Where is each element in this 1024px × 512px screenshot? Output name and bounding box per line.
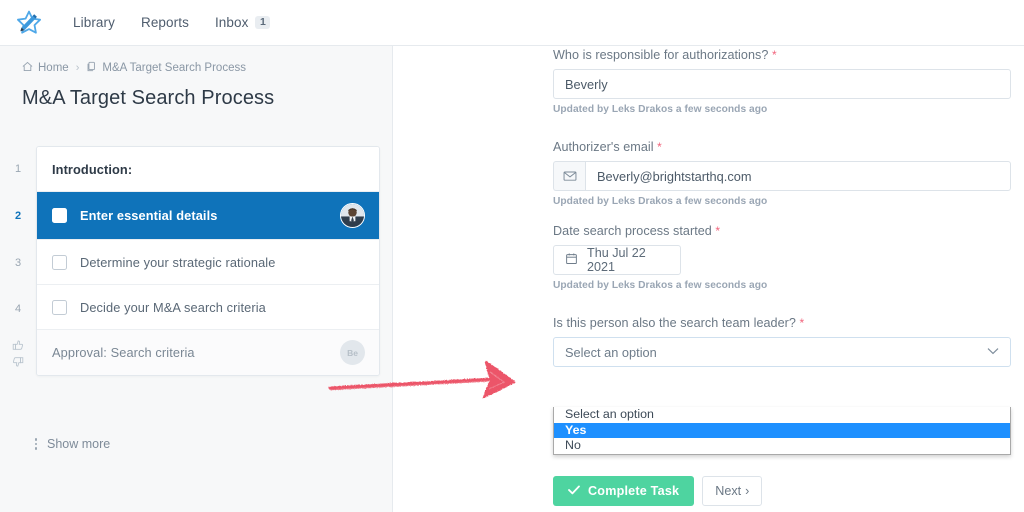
- date-value: Thu Jul 22 2021: [587, 246, 646, 274]
- chevron-down-icon: [987, 347, 999, 358]
- field-search-team-leader: Is this person also the search team lead…: [553, 316, 1011, 367]
- complete-task-label: Complete Task: [588, 484, 680, 498]
- email-input-group: Beverly@brightstarthq.com: [553, 161, 1011, 191]
- dropdown-option-0[interactable]: Select an option: [554, 407, 1010, 423]
- process-star-logo-icon[interactable]: [14, 8, 44, 38]
- complete-task-button[interactable]: Complete Task: [553, 476, 695, 506]
- breadcrumb-separator: ›: [75, 62, 80, 74]
- field-label-text-1: Authorizer's email: [553, 140, 654, 154]
- task-number-3: 3: [14, 257, 22, 269]
- thumbs-up-icon[interactable]: [12, 339, 24, 354]
- show-more-button[interactable]: Show more: [34, 437, 110, 451]
- thumbs-down-icon[interactable]: [12, 356, 24, 371]
- task-label-4: Decide your M&A search criteria: [80, 299, 266, 315]
- date-picker-input[interactable]: Thu Jul 22 2021: [553, 245, 681, 275]
- responsible-name-input[interactable]: Beverly: [553, 69, 1011, 99]
- required-marker-2: *: [715, 224, 721, 238]
- nav-item-inbox[interactable]: Inbox 1: [202, 0, 283, 46]
- task-checkbox-4[interactable]: [52, 299, 67, 315]
- nav-item-library[interactable]: Library: [60, 0, 128, 46]
- field-label-email: Authorizer's email *: [553, 140, 1011, 154]
- required-marker-3: *: [799, 316, 805, 330]
- document-icon: [86, 61, 97, 75]
- envelope-icon: [553, 161, 585, 191]
- task-row-introduction[interactable]: Introduction:: [37, 147, 379, 192]
- task-row-determine-strategic-rationale[interactable]: Determine your strategic rationale: [37, 240, 379, 285]
- field-label-text-3: Is this person also the search team lead…: [553, 316, 796, 330]
- task-number-2: 2: [14, 210, 22, 222]
- user-photo-icon: [341, 204, 364, 227]
- task-checkbox-2[interactable]: [52, 208, 67, 223]
- kebab-menu-icon: [34, 438, 38, 450]
- breadcrumb-current-label: M&A Target Search Process: [102, 62, 246, 74]
- nav-item-inbox-label: Inbox: [214, 14, 249, 30]
- dropdown-option-2[interactable]: No: [554, 438, 1010, 454]
- task-number-4: 4: [14, 303, 22, 315]
- field-date-search-started: Date search process started * Thu Jul 22…: [553, 224, 1011, 291]
- show-more-label: Show more: [47, 437, 111, 451]
- task-label-approval: Approval: Search criteria: [52, 345, 195, 360]
- home-icon: [22, 61, 33, 75]
- task-label-2: Enter essential details: [80, 208, 218, 223]
- breadcrumb-home-label: Home: [38, 62, 69, 74]
- task-row-enter-essential-details[interactable]: Enter essential details: [37, 192, 379, 240]
- approval-vote-icons[interactable]: [0, 332, 36, 378]
- approver-avatar[interactable]: Be: [340, 340, 365, 365]
- task-label-introduction: Introduction:: [52, 161, 133, 177]
- required-marker-0: *: [771, 48, 777, 62]
- task-row-approval-search-criteria[interactable]: Approval: Search criteria Be: [37, 330, 379, 375]
- nav-item-reports[interactable]: Reports: [128, 0, 202, 46]
- team-leader-select[interactable]: Select an option: [553, 337, 1011, 367]
- field-label-date: Date search process started *: [553, 224, 1011, 238]
- task-gutter: 1 2 3 4: [0, 146, 36, 378]
- calendar-icon: [565, 252, 578, 268]
- authorizer-email-input[interactable]: Beverly@brightstarthq.com: [585, 161, 1011, 191]
- breadcrumb: Home › M&A Target Search Process: [0, 46, 392, 75]
- app-window: Library Reports Inbox 1 Home › M&A Targe…: [0, 0, 1024, 512]
- field-label-responsible: Who is responsible for authorizations? *: [553, 48, 1011, 62]
- top-navigation-bar: Library Reports Inbox 1: [0, 0, 1024, 46]
- field-label-text-0: Who is responsible for authorizations?: [553, 48, 769, 62]
- field-helper-0: Updated by Leks Drakos a few seconds ago: [553, 104, 768, 115]
- task-label-3: Determine your strategic rationale: [80, 254, 276, 270]
- next-label: Next: [715, 484, 742, 498]
- team-leader-select-value: Select an option: [565, 344, 657, 360]
- task-row-decide-search-criteria[interactable]: Decide your M&A search criteria: [37, 285, 379, 330]
- inbox-count-badge: 1: [255, 15, 271, 30]
- field-responsible-for-authorizations: Who is responsible for authorizations? *…: [553, 48, 1011, 115]
- field-helper-1: Updated by Leks Drakos a few seconds ago: [553, 196, 768, 207]
- check-icon: [568, 484, 580, 498]
- dropdown-option-1[interactable]: Yes: [554, 422, 1010, 438]
- task-list: Introduction: Enter essential details De…: [36, 146, 380, 376]
- required-marker-1: *: [657, 140, 662, 154]
- page-title: M&A Target Search Process: [22, 87, 275, 109]
- task-checkbox-3[interactable]: [52, 254, 67, 270]
- next-button[interactable]: Next ›: [702, 476, 763, 506]
- task-number-1: 1: [14, 163, 22, 175]
- avatar[interactable]: [340, 203, 365, 228]
- breadcrumb-current[interactable]: M&A Target Search Process: [86, 61, 246, 75]
- field-authorizer-email: Authorizer's email * Beverly@brightstart…: [553, 140, 1011, 207]
- form-actions: Complete Task Next ›: [553, 476, 763, 506]
- breadcrumb-home[interactable]: Home: [22, 61, 69, 75]
- chevron-right-icon: ›: [745, 484, 750, 498]
- checklist-panel: Home › M&A Target Search Process M&A Tar…: [0, 46, 393, 512]
- team-leader-dropdown-list[interactable]: Select an option Yes No: [553, 407, 1011, 455]
- field-label-text-2: Date search process started: [553, 224, 712, 238]
- field-helper-2: Updated by Leks Drakos a few seconds ago: [553, 280, 768, 291]
- field-label-team-leader: Is this person also the search team lead…: [553, 316, 1011, 330]
